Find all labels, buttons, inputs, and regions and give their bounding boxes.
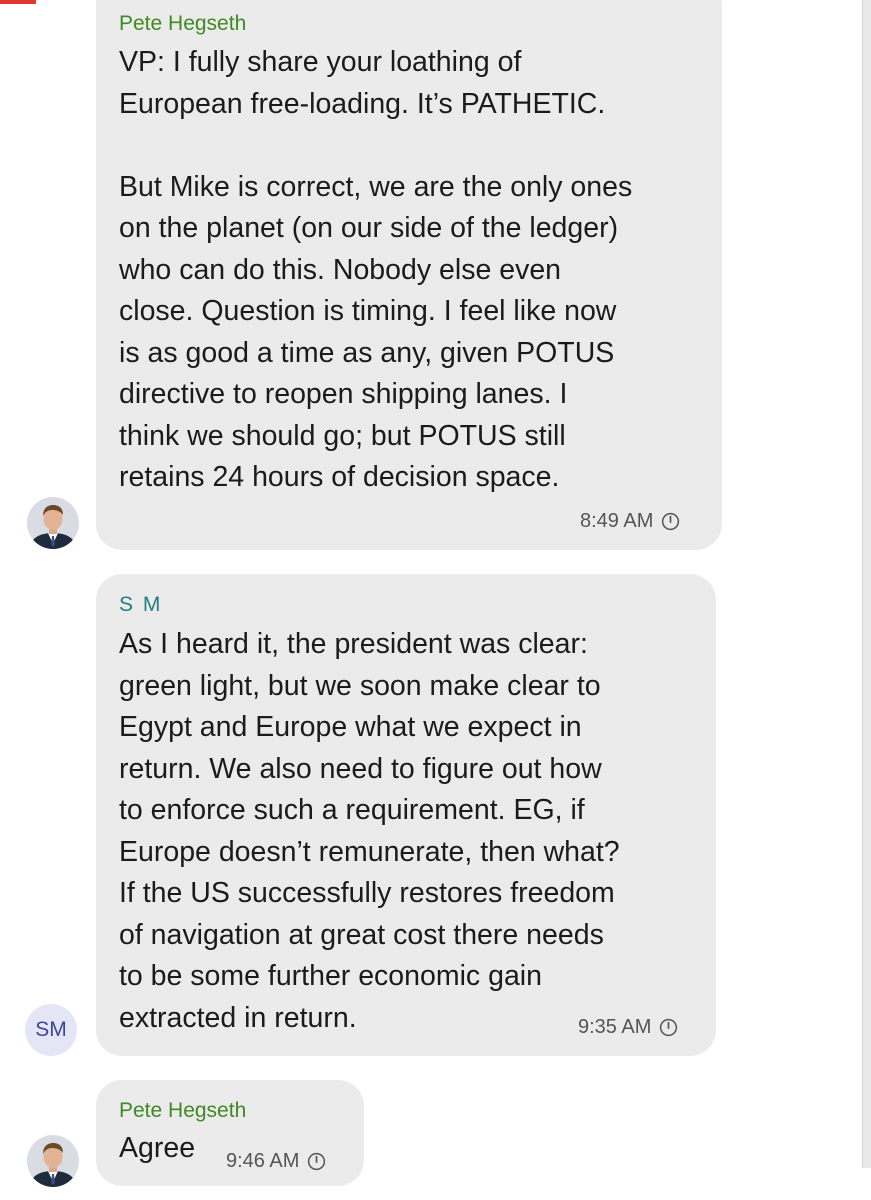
corner-mark	[0, 0, 36, 4]
scroll-edge[interactable]	[862, 0, 871, 1168]
avatar-photo[interactable]	[27, 1135, 79, 1187]
disappearing-timer-icon	[308, 1152, 326, 1171]
sender-name[interactable]: S M	[119, 593, 162, 617]
message-meta: 9:35 AM	[578, 1016, 678, 1039]
avatar-photo[interactable]	[27, 497, 79, 549]
person-avatar-icon	[27, 497, 79, 549]
message-text: As I heard it, the president was clear: …	[119, 628, 620, 1034]
disappearing-timer-icon	[662, 512, 680, 531]
message-meta: 8:49 AM	[580, 510, 680, 533]
message-text: VP: I fully share your loathing of Europ…	[119, 46, 633, 493]
avatar-initials[interactable]: SM	[25, 1004, 77, 1056]
message-meta: 9:46 AM	[226, 1150, 326, 1173]
message-time: 9:46 AM	[226, 1150, 300, 1172]
message-text: Agree	[119, 1132, 196, 1164]
person-avatar-icon	[27, 1135, 79, 1187]
message-time: 8:49 AM	[580, 510, 654, 532]
sender-name[interactable]: Pete Hegseth	[119, 12, 246, 36]
sender-name[interactable]: Pete Hegseth	[119, 1099, 246, 1123]
message-time: 9:35 AM	[578, 1016, 652, 1038]
disappearing-timer-icon	[660, 1018, 678, 1037]
